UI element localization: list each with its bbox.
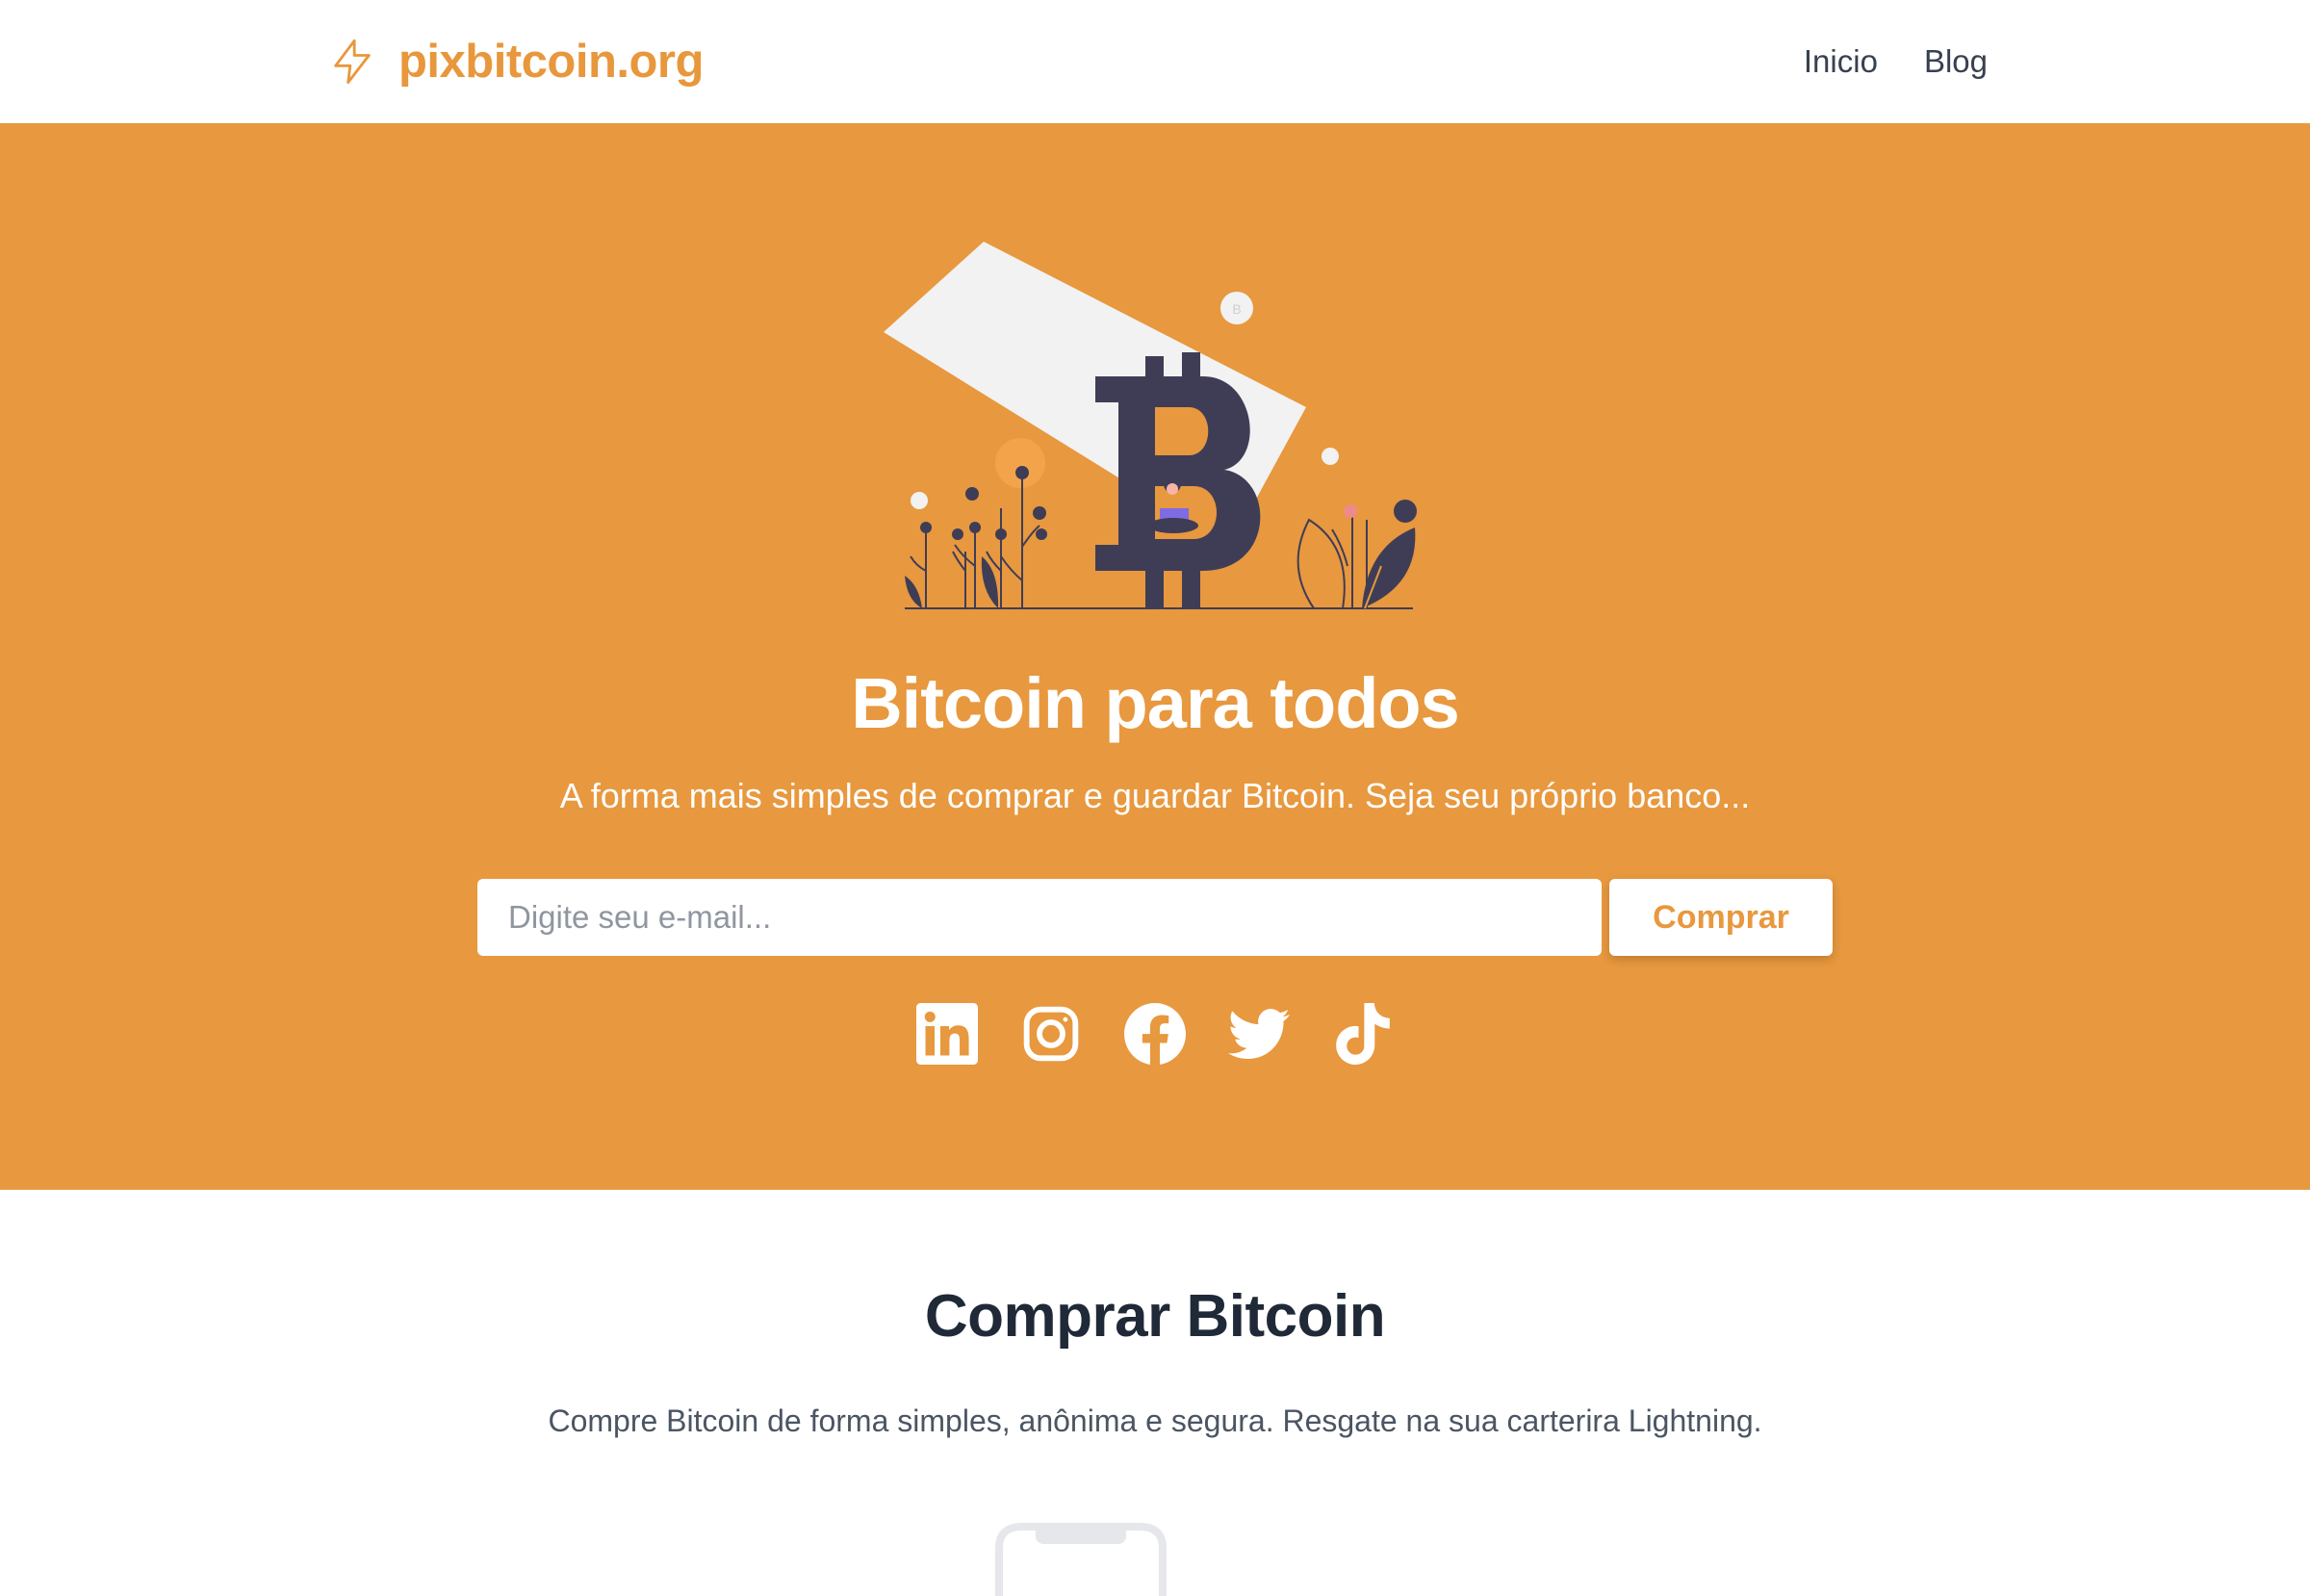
twitter-icon[interactable] [1228,1003,1290,1065]
lightning-bolt-icon [334,39,371,85]
bitcoin-illustration: B [884,242,1417,609]
nav-link-inicio[interactable]: Inicio [1804,43,1878,80]
nav-links: Inicio Blog [1804,37,1988,87]
nav-link-blog[interactable]: Blog [1924,43,1988,80]
hero-subtitle: A forma mais simples de comprar e guarda… [559,776,1751,815]
hero-section: B Bitcoin para todos A forma mais simple… [0,123,2310,1190]
brand-name: pixbitcoin.org [398,36,704,88]
svg-text:B: B [1232,301,1241,317]
social-links [0,999,2310,1068]
tiktok-icon[interactable] [1332,1003,1394,1065]
instagram-icon[interactable] [1020,1003,1082,1065]
facebook-icon[interactable] [1124,1003,1186,1065]
navbar: pixbitcoin.org Inicio Blog [0,0,2310,123]
section-title: Comprar Bitcoin [924,1283,1386,1350]
phone-mockup-icon [995,1523,1167,1596]
buy-bitcoin-section: Comprar Bitcoin Compre Bitcoin de forma … [0,1190,2310,1596]
buy-button[interactable]: Comprar [1609,879,1833,956]
brand-link[interactable]: pixbitcoin.org [327,29,704,94]
linkedin-icon[interactable] [916,1003,978,1065]
hero-title: Bitcoin para todos [851,663,1460,743]
email-input[interactable] [477,879,1602,956]
section-description: Compre Bitcoin de forma simples, anônima… [548,1403,1762,1438]
signup-form: Comprar [477,879,1833,956]
